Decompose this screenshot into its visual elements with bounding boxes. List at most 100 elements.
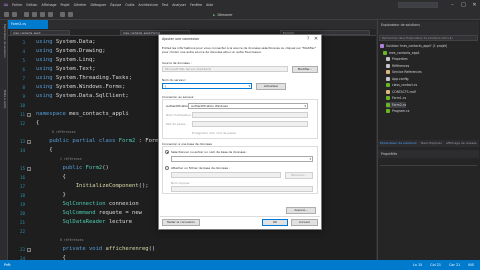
code-token: System.Drawing; bbox=[55, 48, 106, 54]
tree-item[interactable]: Program.cs bbox=[386, 108, 409, 115]
password-label: Mot de passe : bbox=[166, 122, 188, 126]
code-line[interactable]: using System.Data; bbox=[36, 38, 96, 47]
server-name-value: | bbox=[165, 84, 166, 88]
help-icon[interactable]: ? bbox=[304, 35, 312, 43]
code-line[interactable]: using System.Linq; bbox=[36, 56, 96, 65]
code-token: using bbox=[36, 66, 56, 72]
code-line[interactable]: InitializeComponent(); bbox=[36, 182, 149, 191]
status-right: Ln 15 Col 21 Car 21 INS bbox=[413, 260, 474, 270]
collapse-icon[interactable]: − bbox=[27, 139, 31, 144]
references-icon bbox=[386, 63, 390, 68]
code-line[interactable]: { bbox=[36, 173, 66, 182]
database-icon bbox=[386, 89, 390, 94]
code-token: System.Threading.Tasks; bbox=[55, 75, 133, 81]
code-line[interactable]: using System.Windows.Forms; bbox=[36, 83, 125, 92]
line-number: 20 bbox=[19, 211, 25, 216]
solution-icon bbox=[380, 44, 384, 49]
code-line[interactable]: using System.Drawing; bbox=[36, 47, 106, 56]
code-line[interactable]: using System.Text; bbox=[36, 65, 96, 74]
server-name-input[interactable]: | ▾ bbox=[162, 83, 252, 89]
chevron-down-icon: ▾ bbox=[304, 104, 306, 108]
solution-search-input[interactable]: Rechercher dans Explorateur de solutions… bbox=[379, 35, 478, 41]
auth-select[interactable]: Authentification Windows ▾ bbox=[188, 103, 308, 109]
line-number: 11 bbox=[19, 112, 25, 117]
maximize-button[interactable]: □ bbox=[460, 1, 467, 9]
code-line[interactable]: { bbox=[36, 146, 52, 155]
datasource-label: Source de données : bbox=[162, 61, 192, 65]
code-line[interactable]: private void afficherenreg() bbox=[36, 245, 155, 254]
code-token: SqlConnection bbox=[62, 201, 106, 207]
code-line[interactable]: public partial class Form2 : Form bbox=[36, 137, 159, 146]
line-number: 6 bbox=[22, 67, 25, 72]
attach-db-label: Attacher un fichier de base de données : bbox=[171, 166, 230, 170]
code-token: 0 références bbox=[36, 238, 84, 242]
code-line[interactable]: using System.Threading.Tasks; bbox=[36, 74, 132, 83]
code-token: connexion bbox=[105, 201, 139, 207]
status-mode: INS bbox=[468, 263, 474, 267]
server-name-label: Nom du serveur : bbox=[162, 78, 188, 82]
refresh-button[interactable]: Actualiser bbox=[256, 82, 286, 90]
quick-launch-input[interactable] bbox=[398, 2, 438, 8]
code-token: { bbox=[36, 174, 66, 180]
code-line[interactable]: SqlDataReader lecture bbox=[36, 218, 133, 227]
line-number: 9 bbox=[22, 94, 25, 99]
database-name-select[interactable]: ▾ bbox=[171, 156, 313, 162]
cancel-button[interactable]: Annuler bbox=[291, 219, 318, 226]
folder-icon bbox=[386, 70, 390, 75]
code-token: System.Data; bbox=[55, 39, 96, 45]
advanced-button[interactable]: Avancé... bbox=[286, 207, 316, 214]
username-input bbox=[192, 112, 308, 118]
code-token: () bbox=[102, 165, 109, 171]
close-window-button[interactable]: ✕ bbox=[471, 1, 478, 9]
code-line[interactable]: SqlCommand requete = new bbox=[36, 209, 142, 218]
code-line[interactable]: 0 références bbox=[36, 128, 76, 137]
auth-value: Authentification Windows bbox=[191, 104, 228, 108]
code-line[interactable]: SqlConnection connexion bbox=[36, 200, 139, 209]
code-line[interactable]: 0 références bbox=[36, 236, 84, 245]
test-connection-button[interactable]: Tester la connexion bbox=[162, 219, 200, 226]
code-token: public partial class bbox=[36, 138, 119, 144]
logical-name-input bbox=[171, 186, 313, 192]
panel-tab[interactable]: Affichage de classes bbox=[446, 140, 477, 147]
panel-tab[interactable]: Team Explorer bbox=[421, 140, 442, 147]
db-file-input bbox=[171, 172, 281, 178]
code-token: using bbox=[36, 57, 56, 63]
code-line[interactable]: using System.Data.SqlClient; bbox=[36, 92, 129, 101]
code-token: : Form bbox=[135, 138, 159, 144]
collapse-icon[interactable]: − bbox=[27, 247, 31, 252]
select-db-label: Sélectionner ou entrer un nom de base de… bbox=[171, 150, 248, 154]
line-number: 13 bbox=[19, 139, 25, 144]
dialog-title: Ajouter une connexion bbox=[159, 35, 321, 43]
code-token: using bbox=[36, 39, 56, 45]
collapse-icon[interactable]: − bbox=[27, 166, 31, 171]
code-token: using bbox=[36, 75, 56, 81]
form-icon bbox=[386, 102, 390, 107]
code-token: Form2 bbox=[118, 138, 136, 144]
config-icon bbox=[386, 76, 390, 81]
code-line[interactable]: 1 référence bbox=[36, 155, 82, 164]
tree-item-label: Program.cs bbox=[392, 109, 410, 113]
code-token: public bbox=[36, 165, 86, 171]
ok-button[interactable]: OK bbox=[262, 219, 288, 226]
code-token: using bbox=[36, 48, 56, 54]
panel-tab[interactable]: Explorateur de solutions bbox=[380, 140, 417, 147]
code-line[interactable]: namespace mes_contacts_appli bbox=[36, 110, 129, 119]
code-token: Form2 bbox=[85, 165, 103, 171]
code-line[interactable]: } bbox=[36, 191, 65, 200]
code-line[interactable]: public Form2() bbox=[36, 164, 109, 173]
status-char: Car 21 bbox=[449, 263, 461, 267]
attach-db-radio[interactable] bbox=[165, 166, 169, 170]
code-line[interactable]: { bbox=[36, 119, 39, 128]
select-db-radio[interactable] bbox=[165, 150, 169, 154]
code-token: 0 références bbox=[36, 130, 76, 134]
line-number: 7 bbox=[22, 76, 25, 81]
csharp-icon bbox=[386, 109, 390, 114]
collapse-icon[interactable]: − bbox=[27, 112, 31, 117]
line-number: 23 bbox=[19, 247, 25, 252]
change-datasource-button[interactable]: Modifier... bbox=[292, 65, 318, 73]
close-icon[interactable]: ✕ bbox=[312, 35, 320, 43]
minimize-button[interactable]: – bbox=[449, 1, 456, 9]
chevron-down-icon[interactable]: ▾ bbox=[248, 84, 250, 88]
